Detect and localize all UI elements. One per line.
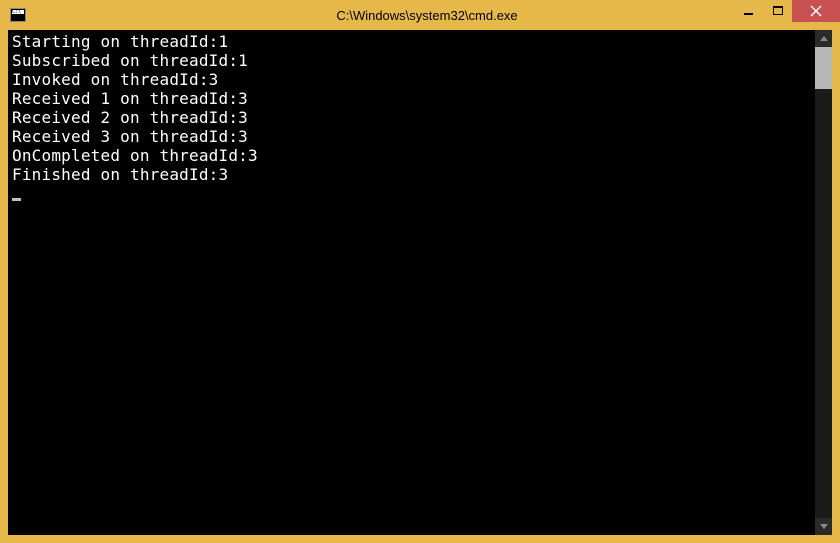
console-line: Received 3 on threadId:3: [12, 127, 248, 146]
minimize-icon: [744, 6, 755, 17]
console-line: Invoked on threadId:3: [12, 70, 219, 89]
chevron-up-icon: [820, 36, 828, 41]
console-line: Finished on threadId:3: [12, 165, 228, 184]
cmd-window: C:\Windows\system32\cmd.exe: [0, 0, 840, 543]
console[interactable]: Starting on threadId:1 Subscribed on thr…: [8, 30, 832, 535]
scrollbar-track[interactable]: [815, 47, 832, 518]
console-area: Starting on threadId:1 Subscribed on thr…: [0, 30, 840, 543]
cursor: [12, 198, 21, 201]
vertical-scrollbar[interactable]: [815, 30, 832, 535]
window-controls: [734, 0, 840, 22]
close-button[interactable]: [792, 0, 840, 22]
console-line: Received 2 on threadId:3: [12, 108, 248, 127]
window-title: C:\Windows\system32\cmd.exe: [34, 8, 840, 23]
console-line: OnCompleted on threadId:3: [12, 146, 258, 165]
scrollbar-thumb[interactable]: [815, 47, 832, 89]
minimize-button[interactable]: [734, 0, 764, 22]
console-line: Received 1 on threadId:3: [12, 89, 248, 108]
chevron-down-icon: [820, 524, 828, 529]
console-line: Subscribed on threadId:1: [12, 51, 248, 70]
maximize-icon: [773, 6, 784, 16]
titlebar[interactable]: C:\Windows\system32\cmd.exe: [0, 0, 840, 30]
scroll-up-button[interactable]: [815, 30, 832, 47]
close-icon: [810, 5, 822, 17]
console-line: Starting on threadId:1: [12, 32, 228, 51]
maximize-button[interactable]: [764, 0, 792, 22]
console-output: Starting on threadId:1 Subscribed on thr…: [8, 30, 832, 205]
scroll-down-button[interactable]: [815, 518, 832, 535]
cmd-icon: [10, 8, 26, 22]
